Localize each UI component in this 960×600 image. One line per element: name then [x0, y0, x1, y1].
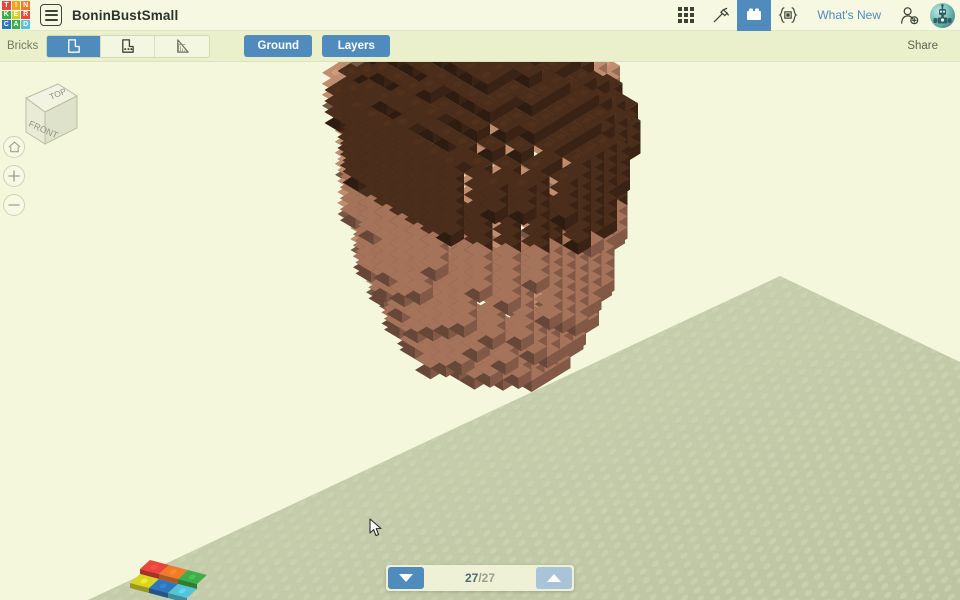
share-button[interactable]: Share	[893, 36, 952, 56]
tinkercad-bricks-app: TIN KER CAD BoninBustSmall What's New Bric…	[0, 0, 960, 600]
bricks-toolbar: Bricks Ground Layers Share	[0, 31, 960, 62]
logo-tile-e: E	[11, 10, 21, 20]
tinkercad-logo[interactable]: TIN KER CAD	[2, 1, 30, 29]
logo-tile-i: I	[11, 1, 21, 10]
codeblocks-icon[interactable]	[771, 0, 805, 31]
layer-down-button[interactable]	[388, 567, 424, 589]
hammer-icon[interactable]	[703, 0, 737, 31]
logo-tile-d: D	[21, 20, 30, 29]
layer-counter: 27/27	[426, 571, 534, 585]
logo-tile-t: T	[2, 1, 11, 10]
logo-tile-c: C	[2, 20, 11, 29]
logo-tile-r: R	[21, 10, 30, 20]
header-actions: What's New	[669, 0, 960, 31]
home-view-button[interactable]	[3, 136, 25, 158]
toolbar-section-label: Bricks	[7, 40, 39, 52]
layer-total: 27	[481, 571, 496, 585]
brick-plain-tool[interactable]	[47, 35, 102, 57]
scene-render	[88, 62, 960, 600]
list-menu-icon[interactable]	[40, 4, 62, 26]
brick-icon[interactable]	[737, 0, 772, 31]
layers-button[interactable]: Layers	[322, 35, 391, 57]
navigation-buttons	[3, 136, 25, 223]
page-title: BoninBustSmall	[72, 7, 179, 23]
brick-tool-group	[46, 34, 211, 58]
layer-current: 27	[464, 571, 479, 585]
add-person-icon[interactable]	[893, 0, 927, 31]
logo-tile-k: K	[2, 10, 11, 20]
logo-tile-a: A	[11, 20, 21, 29]
3d-viewport[interactable]: TOP FRONT 27/27	[0, 62, 960, 600]
brick-stud-tool[interactable]	[101, 35, 156, 57]
gallery-grid-icon[interactable]	[669, 0, 703, 31]
mouse-cursor	[369, 518, 382, 537]
logo-tile-n: N	[21, 1, 30, 10]
layer-control-bar: 27/27	[386, 565, 574, 591]
zoom-out-button[interactable]	[3, 194, 25, 216]
ground-button[interactable]: Ground	[244, 35, 313, 57]
whats-new-link[interactable]: What's New	[805, 8, 893, 22]
zoom-in-button[interactable]	[3, 165, 25, 187]
avatar[interactable]	[930, 2, 955, 28]
app-header: TIN KER CAD BoninBustSmall What's New	[0, 0, 960, 31]
lego-bust-model[interactable]	[322, 62, 641, 392]
brick-slope-tool[interactable]	[155, 36, 209, 57]
layer-up-button[interactable]	[536, 567, 572, 589]
